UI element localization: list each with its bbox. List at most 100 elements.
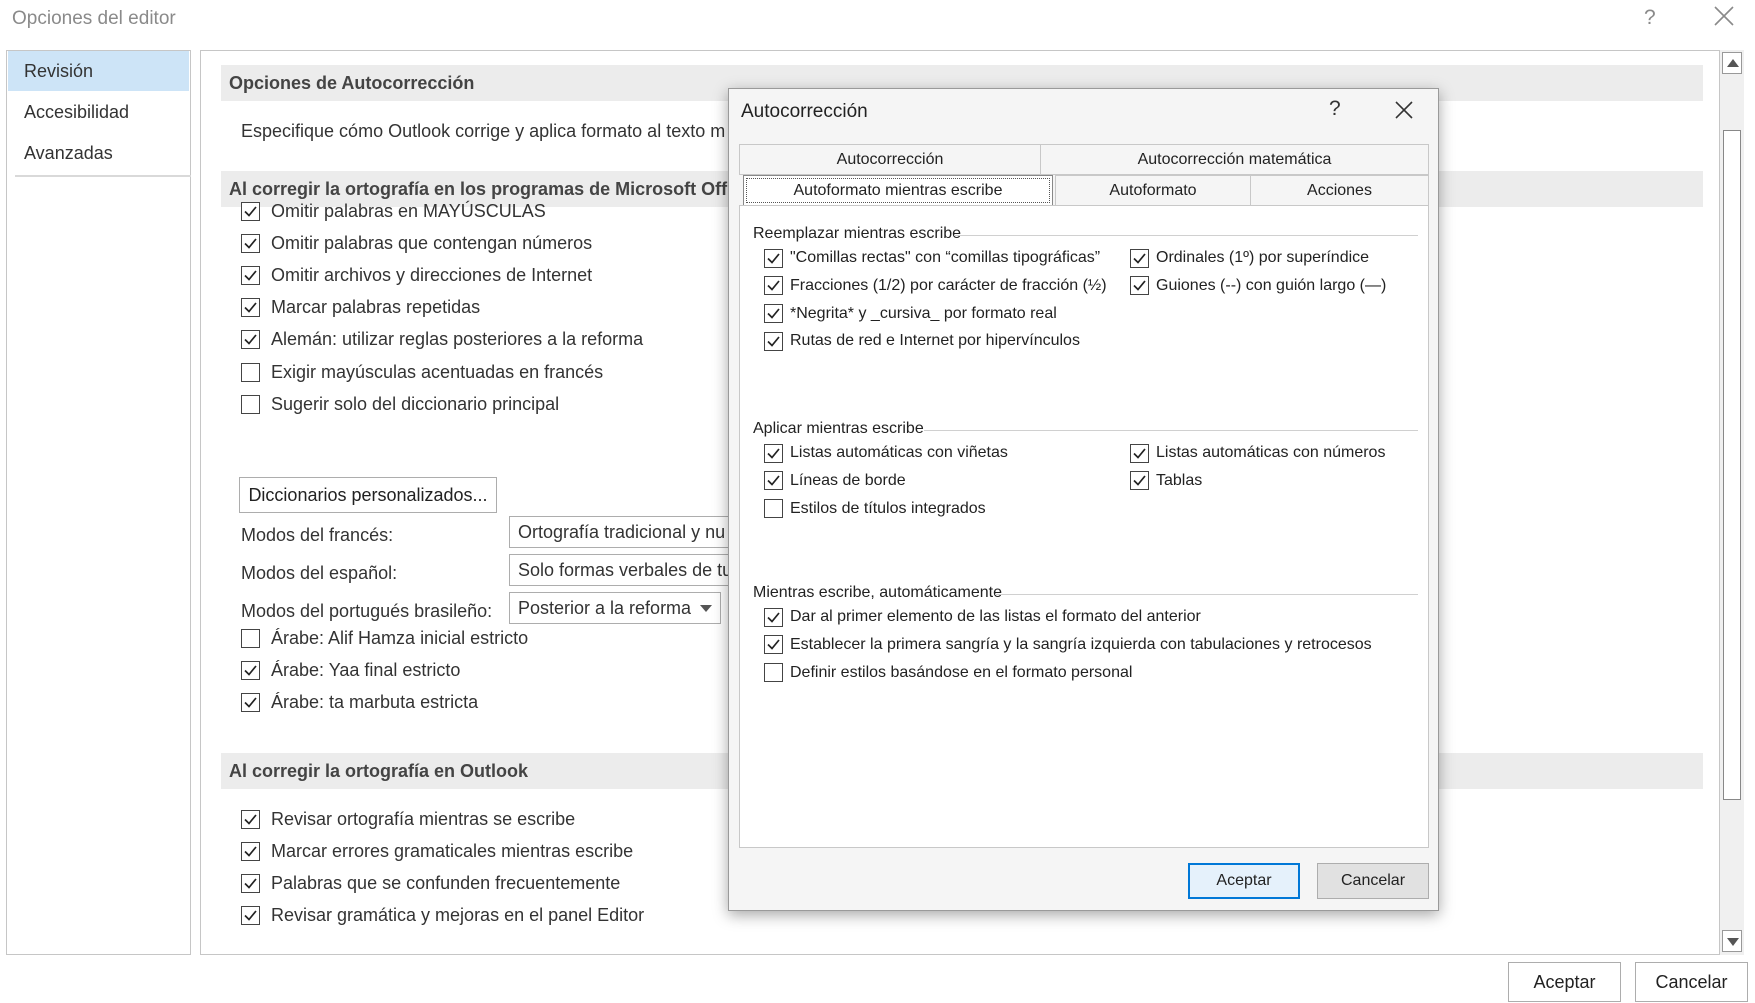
- checkbox-checked[interactable]: [241, 233, 260, 253]
- checkbox-checked[interactable]: [241, 841, 260, 861]
- checkbox-checked[interactable]: [764, 248, 783, 268]
- checkbox-checked[interactable]: [241, 298, 260, 318]
- nav-item-avanzadas[interactable]: Avanzadas: [8, 133, 189, 173]
- automatic-option-2[interactable]: Definir estilos basándose en el formato …: [764, 662, 1132, 684]
- checkbox-checked[interactable]: [764, 331, 783, 351]
- spanish-modes-value: Solo formas verbales de tu: [518, 560, 733, 580]
- scroll-down-button[interactable]: [1722, 930, 1742, 952]
- dialog-close-icon[interactable]: [1391, 97, 1417, 123]
- dialog-help-button[interactable]: ?: [1329, 97, 1341, 121]
- section-autocorrect-description: Especifique cómo Outlook corrige y aplic…: [241, 121, 726, 141]
- dialog-ok-button[interactable]: Aceptar: [1188, 863, 1300, 899]
- checkbox-checked[interactable]: [1130, 248, 1149, 268]
- checkbox-checked[interactable]: [241, 873, 260, 893]
- checkbox-unchecked[interactable]: [241, 628, 260, 648]
- checkbox-checked[interactable]: [241, 809, 260, 829]
- arabic-option-2[interactable]: Árabe: ta marbuta estricta: [241, 689, 478, 715]
- checkbox-label: "Comillas rectas" con “comillas tipográf…: [790, 249, 1101, 266]
- nav-item-accesibilidad[interactable]: Accesibilidad: [8, 92, 189, 132]
- checkbox-checked[interactable]: [1130, 443, 1149, 463]
- checkbox-checked[interactable]: [764, 635, 783, 655]
- checkbox-label: Revisar ortografía mientras se escribe: [271, 808, 576, 829]
- apply-left-option-0[interactable]: Listas automáticas con viñetas: [764, 442, 1008, 464]
- checkbox-checked[interactable]: [764, 443, 783, 463]
- spelling-option-5[interactable]: Exigir mayúsculas acentuadas en francés: [241, 359, 603, 385]
- checkbox-checked[interactable]: [1130, 471, 1149, 491]
- outlook-option-3[interactable]: Revisar gramática y mejoras en el panel …: [241, 903, 644, 929]
- spelling-option-6[interactable]: Sugerir solo del diccionario principal: [241, 391, 559, 417]
- automatic-option-0[interactable]: Dar al primer elemento de las listas el …: [764, 606, 1201, 628]
- portuguese-modes-select[interactable]: Posterior a la reforma: [509, 592, 721, 624]
- scroll-up-button[interactable]: [1722, 52, 1742, 74]
- cancel-button[interactable]: Cancelar: [1635, 962, 1748, 1002]
- checkbox-label: Marcar errores gramaticales mientras esc…: [271, 840, 634, 861]
- ok-button[interactable]: Aceptar: [1508, 962, 1621, 1002]
- custom-dictionaries-button[interactable]: Diccionarios personalizados...: [239, 477, 497, 513]
- checkbox-unchecked[interactable]: [241, 362, 260, 382]
- automatic-option-1[interactable]: Establecer la primera sangría y la sangr…: [764, 634, 1372, 656]
- checkbox-checked[interactable]: [1130, 276, 1149, 296]
- arabic-option-1[interactable]: Árabe: Yaa final estricto: [241, 657, 460, 683]
- checkbox-label: Ordinales (1º) por superíndice: [1156, 249, 1370, 266]
- checkbox-label: Omitir archivos y direcciones de Interne…: [271, 264, 593, 285]
- checkbox-checked[interactable]: [241, 201, 260, 221]
- group-apply-title: Aplicar mientras escribe: [753, 420, 924, 437]
- spelling-option-1[interactable]: Omitir palabras que contengan números: [241, 230, 592, 256]
- checkbox-label: Tablas: [1156, 471, 1203, 489]
- dialog-cancel-button[interactable]: Cancelar: [1317, 863, 1429, 899]
- scroll-thumb[interactable]: [1723, 130, 1741, 800]
- replace-right-option-0[interactable]: Ordinales (1º) por superíndice: [1130, 247, 1369, 269]
- replace-left-option-2[interactable]: *Negrita* y _cursiva_ por formato real: [764, 303, 1057, 325]
- vertical-scrollbar[interactable]: [1720, 50, 1744, 955]
- french-modes-select[interactable]: Ortografía tradicional y nu: [509, 516, 749, 548]
- tab-acciones[interactable]: Acciones: [1250, 175, 1429, 206]
- checkbox-label: Dar al primer elemento de las listas el …: [790, 608, 1201, 625]
- checkbox-checked[interactable]: [241, 906, 260, 926]
- checkbox-checked[interactable]: [764, 471, 783, 491]
- checkbox-label: Palabras que se confunden frecuentemente: [271, 872, 621, 893]
- apply-left-option-2[interactable]: Estilos de títulos integrados: [764, 498, 986, 520]
- checkbox-unchecked[interactable]: [241, 394, 260, 414]
- checkbox-unchecked[interactable]: [764, 663, 783, 683]
- outlook-option-2[interactable]: Palabras que se confunden frecuentemente: [241, 870, 620, 896]
- checkbox-checked[interactable]: [764, 607, 783, 627]
- tab-autocorreccion[interactable]: Autocorrección: [739, 144, 1041, 175]
- checkbox-unchecked[interactable]: [764, 499, 783, 519]
- replace-left-option-3[interactable]: Rutas de red e Internet por hipervínculo…: [764, 330, 1080, 352]
- spelling-option-4[interactable]: Alemán: utilizar reglas posteriores a la…: [241, 327, 643, 353]
- spelling-option-0[interactable]: Omitir palabras en MAYÚSCULAS: [241, 198, 546, 224]
- checkbox-checked[interactable]: [241, 660, 260, 680]
- checkbox-checked[interactable]: [241, 265, 260, 285]
- checkbox-label: Marcar palabras repetidas: [271, 297, 481, 318]
- nav-item-revision[interactable]: Revisión: [8, 51, 189, 91]
- checkbox-label: Listas automáticas con viñetas: [790, 444, 1008, 461]
- help-button[interactable]: ?: [1644, 6, 1656, 30]
- tab-autoformato-mientras-escribe[interactable]: Autoformato mientras escribe: [743, 175, 1053, 206]
- apply-right-option-1[interactable]: Tablas: [1130, 470, 1202, 492]
- spanish-modes-select[interactable]: Solo formas verbales de tu: [509, 554, 749, 586]
- window-title: Opciones del editor: [12, 8, 176, 29]
- checkbox-checked[interactable]: [764, 304, 783, 324]
- replace-right-option-1[interactable]: Guiones (--) con guión largo (—): [1130, 275, 1386, 297]
- apply-right-option-0[interactable]: Listas automáticas con números: [1130, 442, 1385, 464]
- checkbox-label: Revisar gramática y mejoras en el panel …: [271, 905, 645, 926]
- checkbox-label: Líneas de borde: [790, 471, 906, 489]
- checkbox-checked[interactable]: [241, 692, 260, 712]
- autoformat-panel: Reemplazar mientras escribe "Comillas re…: [739, 205, 1429, 848]
- replace-left-option-1[interactable]: Fracciones (1/2) por carácter de fracció…: [764, 275, 1107, 297]
- checkbox-checked[interactable]: [241, 330, 260, 350]
- arabic-option-0[interactable]: Árabe: Alif Hamza inicial estricto: [241, 625, 528, 651]
- checkbox-label: Omitir palabras que contengan números: [271, 232, 593, 253]
- spelling-option-2[interactable]: Omitir archivos y direcciones de Interne…: [241, 262, 592, 288]
- outlook-option-1[interactable]: Marcar errores gramaticales mientras esc…: [241, 838, 633, 864]
- tab-autoformato[interactable]: Autoformato: [1055, 175, 1251, 206]
- outlook-option-0[interactable]: Revisar ortografía mientras se escribe: [241, 806, 575, 832]
- checkbox-checked[interactable]: [764, 276, 783, 296]
- checkbox-label: Listas automáticas con números: [1156, 444, 1386, 461]
- spelling-option-3[interactable]: Marcar palabras repetidas: [241, 295, 480, 321]
- apply-left-option-1[interactable]: Líneas de borde: [764, 470, 906, 492]
- tab-autocorreccion-matematica[interactable]: Autocorrección matemática: [1040, 144, 1429, 175]
- close-icon[interactable]: [1712, 4, 1736, 32]
- replace-left-option-0[interactable]: "Comillas rectas" con “comillas tipográf…: [764, 247, 1100, 269]
- nav-divider: [15, 175, 191, 177]
